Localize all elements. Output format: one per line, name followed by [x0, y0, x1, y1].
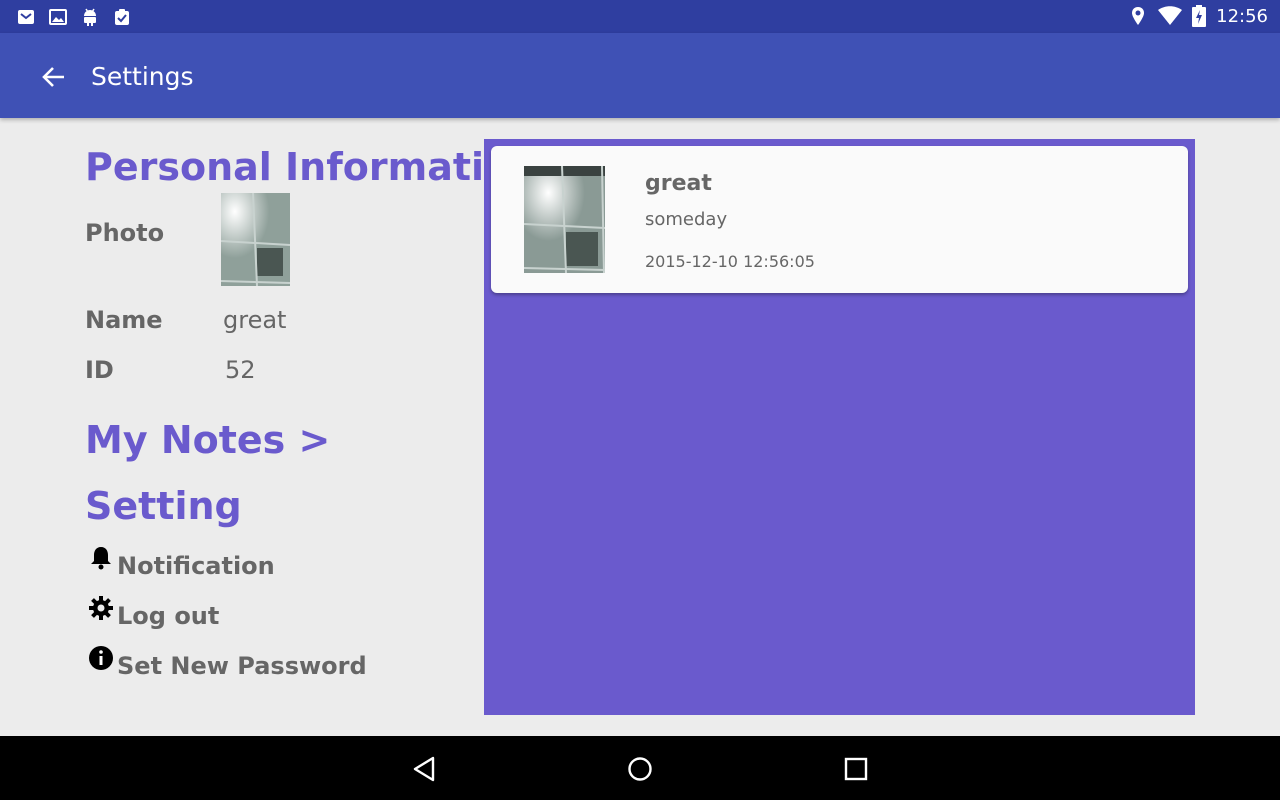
clock-time: 12:56: [1216, 5, 1268, 27]
info-icon: [89, 646, 113, 670]
note-date: 2015-12-10 12:56:05: [645, 252, 815, 271]
gear-icon: [89, 596, 113, 620]
setting-heading: Setting: [85, 484, 242, 528]
id-label: ID: [85, 356, 114, 384]
note-card[interactable]: great someday 2015-12-10 12:56:05: [491, 146, 1188, 293]
clipboard-check-icon: [115, 9, 129, 25]
profile-photo-image: [221, 193, 290, 286]
note-thumbnail: [524, 166, 605, 273]
photo-label: Photo: [85, 219, 165, 247]
app-bar: Settings: [0, 33, 1280, 118]
personal-information-heading: Personal Information: [85, 145, 538, 189]
id-value: 52: [225, 356, 256, 384]
mail-icon: [18, 10, 34, 24]
bell-icon: [91, 547, 111, 570]
android-icon: [84, 8, 96, 26]
back-arrow-icon[interactable]: [40, 63, 68, 91]
page-title: Settings: [91, 62, 194, 91]
note-subtitle: someday: [645, 209, 728, 230]
home-circle-icon[interactable]: [625, 754, 655, 784]
note-title: great: [645, 171, 712, 196]
navigation-bar: [0, 736, 1280, 800]
back-triangle-icon[interactable]: [410, 754, 440, 784]
my-notes-link[interactable]: My Notes >: [85, 418, 330, 462]
log-out-label: Log out: [117, 602, 220, 630]
battery-charging-icon: [1192, 5, 1207, 27]
profile-photo[interactable]: [221, 193, 290, 286]
note-thumbnail-image: [524, 166, 605, 273]
notification-label: Notification: [117, 552, 275, 580]
wifi-icon: [1158, 6, 1183, 25]
set-new-password-item[interactable]: Set New Password: [87, 646, 367, 680]
name-label: Name: [85, 306, 163, 334]
log-out-item[interactable]: Log out: [87, 596, 220, 630]
image-icon: [49, 9, 67, 25]
location-icon: [1132, 7, 1145, 25]
recents-square-icon[interactable]: [841, 754, 871, 784]
notification-item[interactable]: Notification: [87, 547, 275, 580]
status-bar: 12:56: [0, 0, 1280, 33]
name-value: great: [223, 306, 287, 334]
set-new-password-label: Set New Password: [117, 652, 367, 680]
